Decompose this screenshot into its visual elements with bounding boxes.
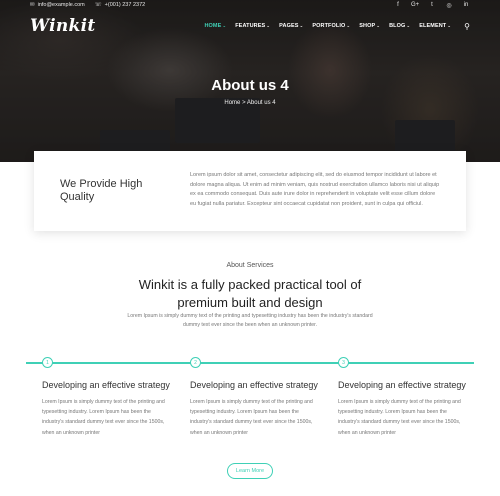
main-navbar: Winkit HOME ⌄ FEATURES ⌄ PAGES ⌄ PORTFOLIO ⌄…	[0, 14, 500, 38]
nav-portfolio-label: PORTFOLIO	[312, 23, 346, 29]
topbar-phone[interactable]: ☏ +(001) 237 2372	[95, 2, 145, 8]
chevron-down-icon: ⌄	[266, 23, 271, 28]
step-description: Lorem Ipsum is simply dummy text of the …	[42, 399, 165, 436]
chevron-down-icon: ⌄	[346, 23, 351, 28]
twitter-icon[interactable]: t	[428, 2, 436, 9]
nav-element[interactable]: ELEMENT ⌄	[419, 23, 451, 29]
service-step-2: Developing an effective strategy Lorem I…	[190, 380, 320, 438]
nav-pages[interactable]: PAGES ⌄	[279, 23, 303, 29]
instagram-icon[interactable]: ◎	[445, 2, 453, 9]
feature-body: Lorem ipsum dolor sit amet, consectetur …	[190, 172, 440, 207]
social-links: f G+ t ◎ in	[394, 2, 470, 9]
step-number-1: 1	[42, 357, 53, 368]
page-title: About us 4	[211, 77, 289, 94]
mail-icon: ✉	[30, 2, 35, 8]
breadcrumb[interactable]: Home > About us 4	[0, 100, 500, 106]
learn-more-button[interactable]: Learn More	[227, 463, 273, 479]
hero-laptop-image	[395, 120, 455, 155]
nav-element-label: ELEMENT	[419, 23, 447, 29]
chevron-down-icon: ⌄	[299, 23, 304, 28]
timeline-line	[26, 362, 474, 364]
step-number-2: 2	[190, 357, 201, 368]
step-number-3: 3	[338, 357, 349, 368]
chevron-down-icon: ⌄	[406, 23, 411, 28]
nav-features[interactable]: FEATURES ⌄	[235, 23, 270, 29]
step-description: Lorem Ipsum is simply dummy text of the …	[190, 399, 313, 436]
step-description: Lorem Ipsum is simply dummy text of the …	[338, 399, 461, 436]
chevron-down-icon: ⌄	[447, 23, 452, 28]
nav-features-label: FEATURES	[235, 23, 266, 29]
nav-home-label: HOME	[204, 23, 222, 29]
nav-shop-label: SHOP	[359, 23, 376, 29]
facebook-icon[interactable]: f	[394, 2, 402, 9]
nav-pages-label: PAGES	[279, 23, 299, 29]
services-description: Lorem Ipsum is simply dummy text of the …	[127, 313, 373, 328]
nav-blog-label: BLOG	[389, 23, 406, 29]
service-step-1: Developing an effective strategy Lorem I…	[42, 380, 172, 438]
services-kicker: About Services	[226, 262, 274, 269]
topbar-email-text: info@example.com	[37, 2, 85, 8]
nav-portfolio[interactable]: PORTFOLIO ⌄	[312, 23, 350, 29]
step-title: Developing an effective strategy	[190, 380, 318, 390]
service-step-3: Developing an effective strategy Lorem I…	[338, 380, 468, 438]
nav-blog[interactable]: BLOG ⌄	[389, 23, 410, 29]
nav-home[interactable]: HOME ⌄	[204, 23, 226, 29]
topbar-email[interactable]: ✉ info@example.com	[30, 2, 85, 8]
linkedin-icon[interactable]: in	[462, 2, 470, 9]
search-icon[interactable]: ⚲	[464, 22, 470, 31]
chevron-down-icon: ⌄	[376, 23, 381, 28]
main-menu: HOME ⌄ FEATURES ⌄ PAGES ⌄ PORTFOLIO ⌄ SHOP ⌄ …	[204, 22, 470, 31]
phone-icon: ☏	[94, 2, 102, 8]
feature-card: We Provide High Quality Lorem ipsum dolo…	[34, 151, 466, 231]
hero-banner: ✉ info@example.com ☏ +(001) 237 2372 f G…	[0, 0, 500, 162]
topbar: ✉ info@example.com ☏ +(001) 237 2372 f G…	[0, 0, 500, 10]
step-title: Developing an effective strategy	[338, 380, 466, 390]
google-plus-icon[interactable]: G+	[411, 2, 419, 9]
feature-heading: We Provide High Quality	[60, 178, 143, 203]
site-logo[interactable]: Winkit	[30, 16, 96, 36]
services-title: Winkit is a fully packed practical tool …	[138, 277, 362, 310]
chevron-down-icon: ⌄	[222, 23, 227, 28]
topbar-phone-text: +(001) 237 2372	[104, 2, 146, 8]
nav-shop[interactable]: SHOP ⌄	[359, 23, 380, 29]
step-title: Developing an effective strategy	[42, 380, 170, 390]
